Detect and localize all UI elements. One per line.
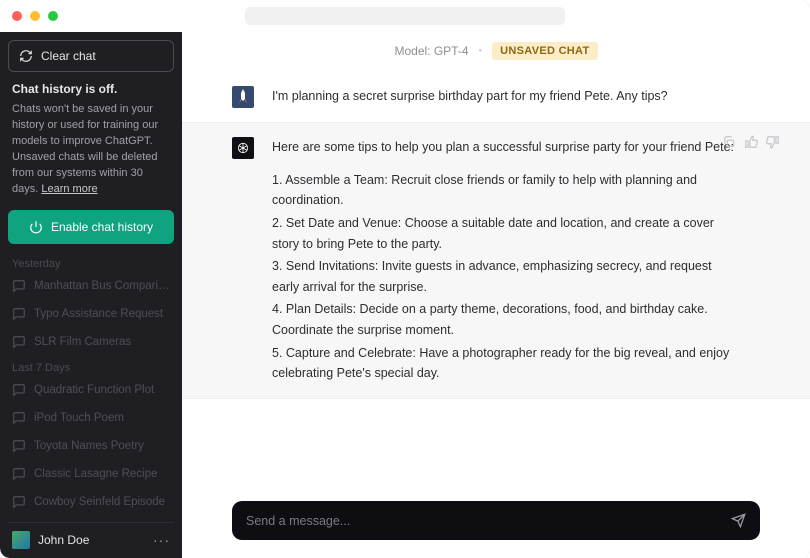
assistant-list-item: 3. Send Invitations: Invite guests in ad… xyxy=(272,256,740,297)
copy-icon[interactable] xyxy=(722,135,736,149)
assistant-list-item: 5. Capture and Celebrate: Have a photogr… xyxy=(272,343,740,384)
sidebar-item-label: Manhattan Bus Comparisons xyxy=(34,280,170,292)
separator-dot: ● xyxy=(479,48,483,54)
user-message-text: I'm planning a secret surprise birthday … xyxy=(272,86,740,108)
minimize-window-button[interactable] xyxy=(30,11,40,21)
history-off-description: Chats won't be saved in your history or … xyxy=(12,102,170,198)
sidebar-item-label: Cowboy Seinfeld Episode xyxy=(34,496,165,508)
assistant-message: Here are some tips to help you plan a su… xyxy=(182,122,810,399)
rocket-icon xyxy=(237,89,249,105)
sidebar-item-label: iPod Touch Poem xyxy=(34,412,124,424)
sidebar-item-label: Toyota Names Poetry xyxy=(34,440,144,452)
sidebar-item[interactable]: Quadratic Function Plot xyxy=(8,376,174,404)
clear-chat-button[interactable]: Clear chat xyxy=(8,40,174,72)
enable-history-label: Enable chat history xyxy=(51,220,153,234)
user-message-avatar xyxy=(232,86,254,108)
enable-history-button[interactable]: Enable chat history xyxy=(8,210,174,244)
titlebar xyxy=(0,0,810,32)
close-window-button[interactable] xyxy=(12,11,22,21)
chat-icon xyxy=(12,439,26,453)
user-name: John Doe xyxy=(38,533,145,547)
sidebar-item-label: Typo Assistance Request xyxy=(34,308,163,320)
chat-icon xyxy=(12,411,26,425)
assistant-list-item: 4. Plan Details: Decide on a party theme… xyxy=(272,299,740,340)
address-bar[interactable] xyxy=(245,7,565,25)
sidebar-item-label: Classic Lasagne Recipe xyxy=(34,468,157,480)
chat-icon xyxy=(12,383,26,397)
power-icon xyxy=(29,220,43,234)
user-menu-button[interactable]: ··· xyxy=(153,532,170,548)
assistant-message-avatar xyxy=(232,137,254,159)
thumbs-up-icon[interactable] xyxy=(744,135,758,149)
send-icon xyxy=(731,513,746,528)
user-avatar xyxy=(12,531,30,549)
section-label-last7days: Last 7 Days xyxy=(8,356,174,376)
model-label: Model: GPT-4 xyxy=(394,44,468,58)
maximize-window-button[interactable] xyxy=(48,11,58,21)
chat-icon xyxy=(12,335,26,349)
chat-icon xyxy=(12,307,26,321)
main-area: Model: GPT-4 ● UNSAVED CHAT I'm planning… xyxy=(182,32,810,558)
app-window: Clear chat Chat history is off. Chats wo… xyxy=(0,0,810,558)
sidebar: Clear chat Chat history is off. Chats wo… xyxy=(0,32,182,558)
sidebar-item[interactable]: Cowboy Seinfeld Episode xyxy=(8,488,174,516)
chat-icon xyxy=(12,467,26,481)
sidebar-item[interactable]: Typo Assistance Request xyxy=(8,300,174,328)
history-off-notice: Chat history is off. Chats won't be save… xyxy=(8,72,174,204)
history-off-title: Chat history is off. xyxy=(12,82,170,96)
sidebar-item[interactable]: Manhattan Bus Comparisons xyxy=(8,272,174,300)
window-controls xyxy=(12,11,58,21)
chat-icon xyxy=(12,495,26,509)
message-input[interactable] xyxy=(246,514,721,528)
refresh-icon xyxy=(19,49,33,63)
content-area: Clear chat Chat history is off. Chats wo… xyxy=(0,32,810,558)
sidebar-item[interactable]: SLR Film Cameras xyxy=(8,328,174,356)
user-account-row[interactable]: John Doe ··· xyxy=(8,522,174,553)
sidebar-item-label: SLR Film Cameras xyxy=(34,336,131,348)
chat-icon xyxy=(12,279,26,293)
sidebar-item[interactable]: iPod Touch Poem xyxy=(8,404,174,432)
model-header: Model: GPT-4 ● UNSAVED CHAT xyxy=(182,32,810,72)
assistant-list-item: 2. Set Date and Venue: Choose a suitable… xyxy=(272,213,740,254)
chat-scroll-area[interactable]: I'm planning a secret surprise birthday … xyxy=(182,72,810,489)
sidebar-item[interactable]: Toyota Names Poetry xyxy=(8,432,174,460)
unsaved-badge: UNSAVED CHAT xyxy=(492,42,597,60)
message-actions xyxy=(722,135,780,149)
input-area xyxy=(182,489,810,558)
assistant-intro: Here are some tips to help you plan a su… xyxy=(272,137,740,158)
sidebar-item[interactable]: Classic Lasagne Recipe xyxy=(8,460,174,488)
assistant-message-body: Here are some tips to help you plan a su… xyxy=(272,137,740,384)
message-input-box[interactable] xyxy=(232,501,760,540)
send-button[interactable] xyxy=(731,513,746,528)
learn-more-link[interactable]: Learn more xyxy=(41,183,97,195)
user-message: I'm planning a secret surprise birthday … xyxy=(182,72,810,122)
thumbs-down-icon[interactable] xyxy=(766,135,780,149)
section-label-yesterday: Yesterday xyxy=(8,252,174,272)
sidebar-item-label: Quadratic Function Plot xyxy=(34,384,154,396)
assistant-list-item: 1. Assemble a Team: Recruit close friend… xyxy=(272,170,740,211)
openai-icon xyxy=(236,141,250,155)
clear-chat-label: Clear chat xyxy=(41,49,96,63)
